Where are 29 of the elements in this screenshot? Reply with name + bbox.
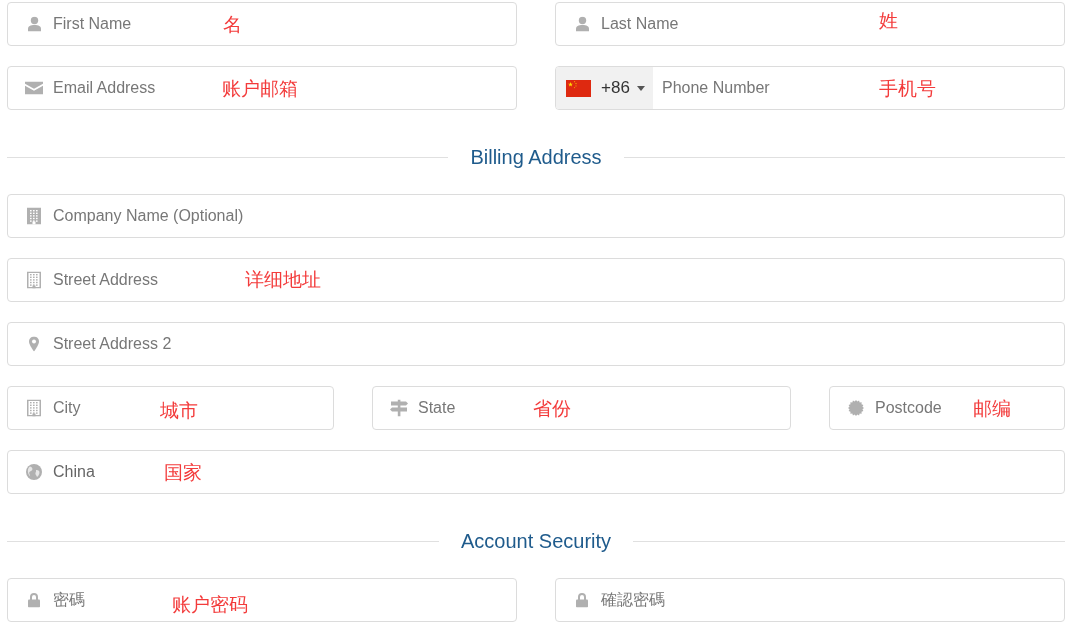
- text-field[interactable]: Street Address 2: [7, 322, 1065, 366]
- annotation-text: 省份: [533, 396, 571, 420]
- section-heading: Billing Address: [470, 145, 602, 169]
- annotation-text: 详细地址: [245, 267, 321, 291]
- seal-icon: [848, 400, 864, 416]
- envelope-icon: [25, 81, 43, 95]
- text-field[interactable]: Company Name (Optional): [7, 194, 1065, 238]
- building-icon: [27, 271, 41, 289]
- annotation-text: 名: [223, 12, 242, 36]
- annotation-text: 城市: [160, 398, 198, 422]
- map-pin-icon: [29, 336, 39, 352]
- annotation-text: 账户邮箱: [222, 76, 298, 100]
- annotation-text: 邮编: [973, 396, 1011, 420]
- lock-icon: [576, 592, 588, 608]
- annotation-text: 姓: [879, 8, 898, 32]
- globe-icon: [26, 464, 42, 480]
- section-heading: Account Security: [460, 529, 612, 553]
- caret-icon: [636, 85, 645, 91]
- signpost-icon: [390, 399, 408, 417]
- annotation-text: 手机号: [879, 76, 936, 100]
- country-code-button[interactable]: +86: [556, 67, 653, 109]
- building-icon: [27, 399, 41, 417]
- user-icon: [575, 16, 589, 32]
- password-field[interactable]: 確認密碼: [555, 578, 1065, 622]
- annotation-text: 账户密码: [172, 592, 248, 616]
- lock-icon: [28, 592, 40, 608]
- annotation-text: 国家: [164, 460, 202, 484]
- user-icon: [27, 16, 41, 32]
- flag-icon: [566, 79, 591, 97]
